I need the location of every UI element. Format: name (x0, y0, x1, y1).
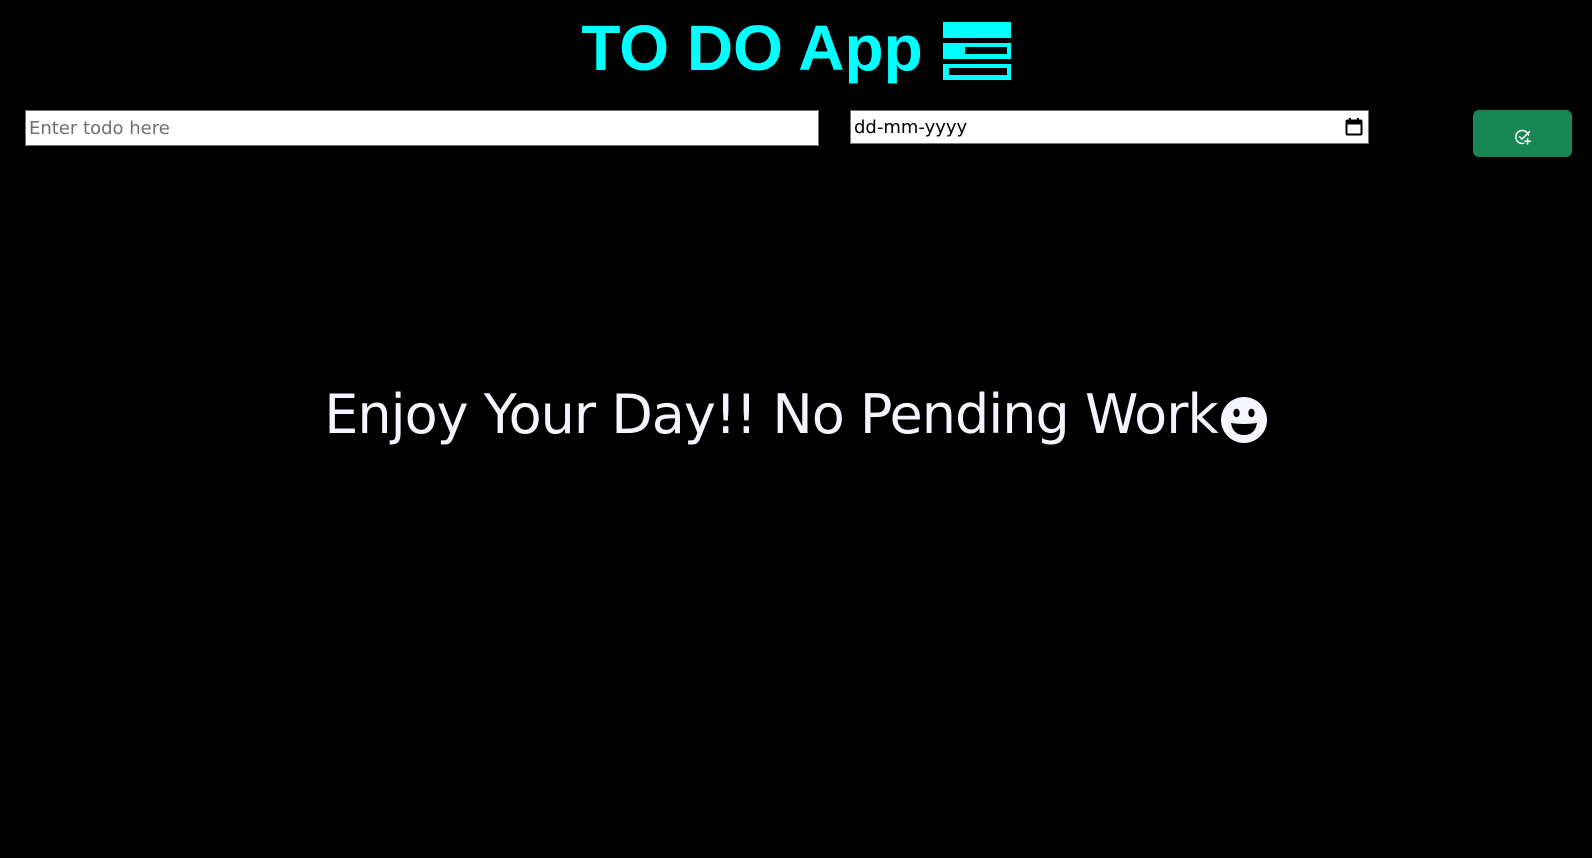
app-header: TO DO App (0, 8, 1592, 88)
smile-icon (1220, 396, 1268, 444)
title-wrap: TO DO App (581, 12, 1011, 84)
empty-state: Enjoy Your Day!! No Pending Work (0, 385, 1592, 444)
check-circle-plus-icon (1514, 128, 1532, 146)
todo-input[interactable] (25, 110, 819, 146)
app-root: TO DO App dd-mm-yyyy (0, 0, 1592, 858)
date-input[interactable]: dd-mm-yyyy (850, 110, 1369, 144)
add-todo-button[interactable] (1473, 110, 1572, 157)
empty-state-message: Enjoy Your Day!! No Pending Work (324, 383, 1218, 446)
calendar-icon[interactable] (1344, 117, 1364, 137)
date-input-value: dd-mm-yyyy (854, 116, 968, 138)
app-title: TO DO App (581, 12, 923, 84)
list-icon (942, 22, 1011, 80)
